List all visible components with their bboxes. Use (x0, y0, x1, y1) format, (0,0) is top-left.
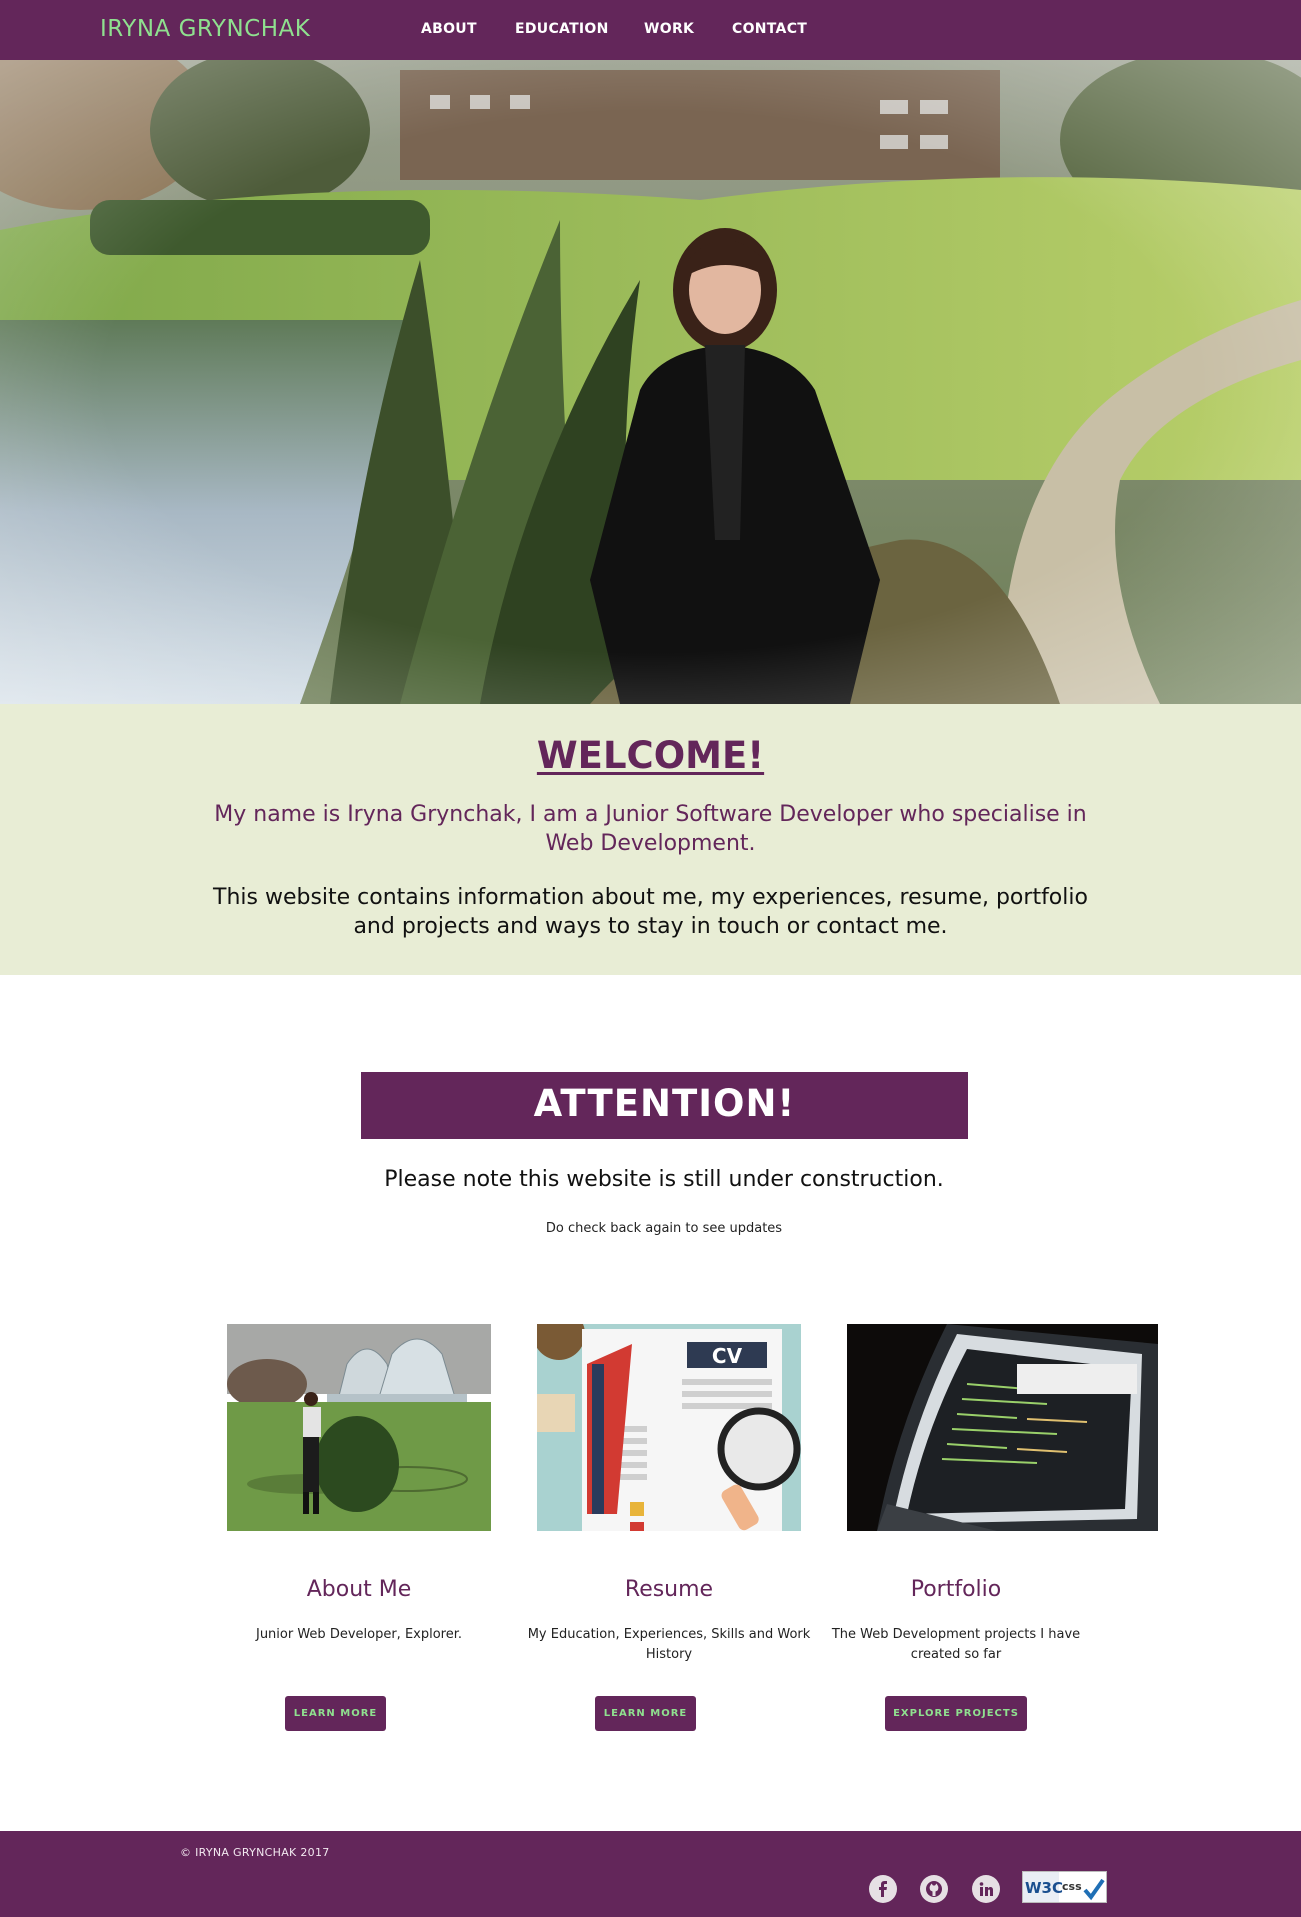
welcome-intro: My name is Iryna Grynchak, I am a Junior… (214, 802, 1087, 856)
resume-image: CV (537, 1324, 801, 1531)
w3c-badge-logo: W3C (1025, 1879, 1063, 1897)
hero-photo-illustration (0, 60, 1301, 704)
card-text-resume: My Education, Experiences, Skills and Wo… (527, 1627, 811, 1662)
welcome-title: WELCOME! (536, 734, 765, 777)
css-badge-label: css (1062, 1880, 1082, 1893)
card-text-about: Junior Web Developer, Explorer. (255, 1627, 463, 1642)
card-title-portfolio: Portfolio (910, 1577, 1002, 1602)
explore-projects-button[interactable]: EXPLORE PROJECTS (885, 1696, 1027, 1731)
attention-title: ATTENTION! (533, 1082, 796, 1125)
copyright-text: © IRYNA GRYNCHAK 2017 (180, 1846, 330, 1859)
footer: © IRYNA GRYNCHAK 2017 W3C css (0, 1831, 1301, 1917)
attention-banner: ATTENTION! (361, 1072, 968, 1139)
nav-link-contact[interactable]: CONTACT (732, 21, 807, 37)
nav-link-about[interactable]: ABOUT (421, 21, 477, 37)
portfolio-image (847, 1324, 1158, 1531)
resume-learn-more-button[interactable]: LEARN MORE (595, 1696, 696, 1731)
card-text-portfolio: The Web Development projects I have crea… (831, 1627, 1081, 1662)
welcome-section: WELCOME! My name is Iryna Grynchak, I am… (0, 704, 1301, 975)
card-title-about: About Me (306, 1577, 412, 1602)
top-navbar: IRYNA GRYNCHAK ABOUT EDUCATION WORK CONT… (0, 0, 1301, 60)
w3c-css-validation-badge[interactable]: W3C css (1022, 1871, 1107, 1903)
construction-note: Please note this website is still under … (384, 1167, 944, 1192)
cv-label: CV (712, 1344, 743, 1368)
nav-link-education[interactable]: EDUCATION (515, 21, 609, 37)
github-icon[interactable] (920, 1875, 948, 1903)
card-title-resume: Resume (624, 1577, 714, 1602)
nav-link-work[interactable]: WORK (644, 21, 694, 37)
hero-photo (0, 60, 1301, 704)
facebook-icon[interactable] (869, 1875, 897, 1903)
construction-subnote: Do check back again to see updates (545, 1221, 783, 1236)
welcome-description: This website contains information about … (213, 885, 1088, 939)
brand-logo-link[interactable]: IRYNA GRYNCHAK (100, 16, 310, 42)
about-me-image (227, 1324, 491, 1531)
linkedin-icon[interactable] (972, 1875, 1000, 1903)
about-learn-more-button[interactable]: LEARN MORE (285, 1696, 386, 1731)
